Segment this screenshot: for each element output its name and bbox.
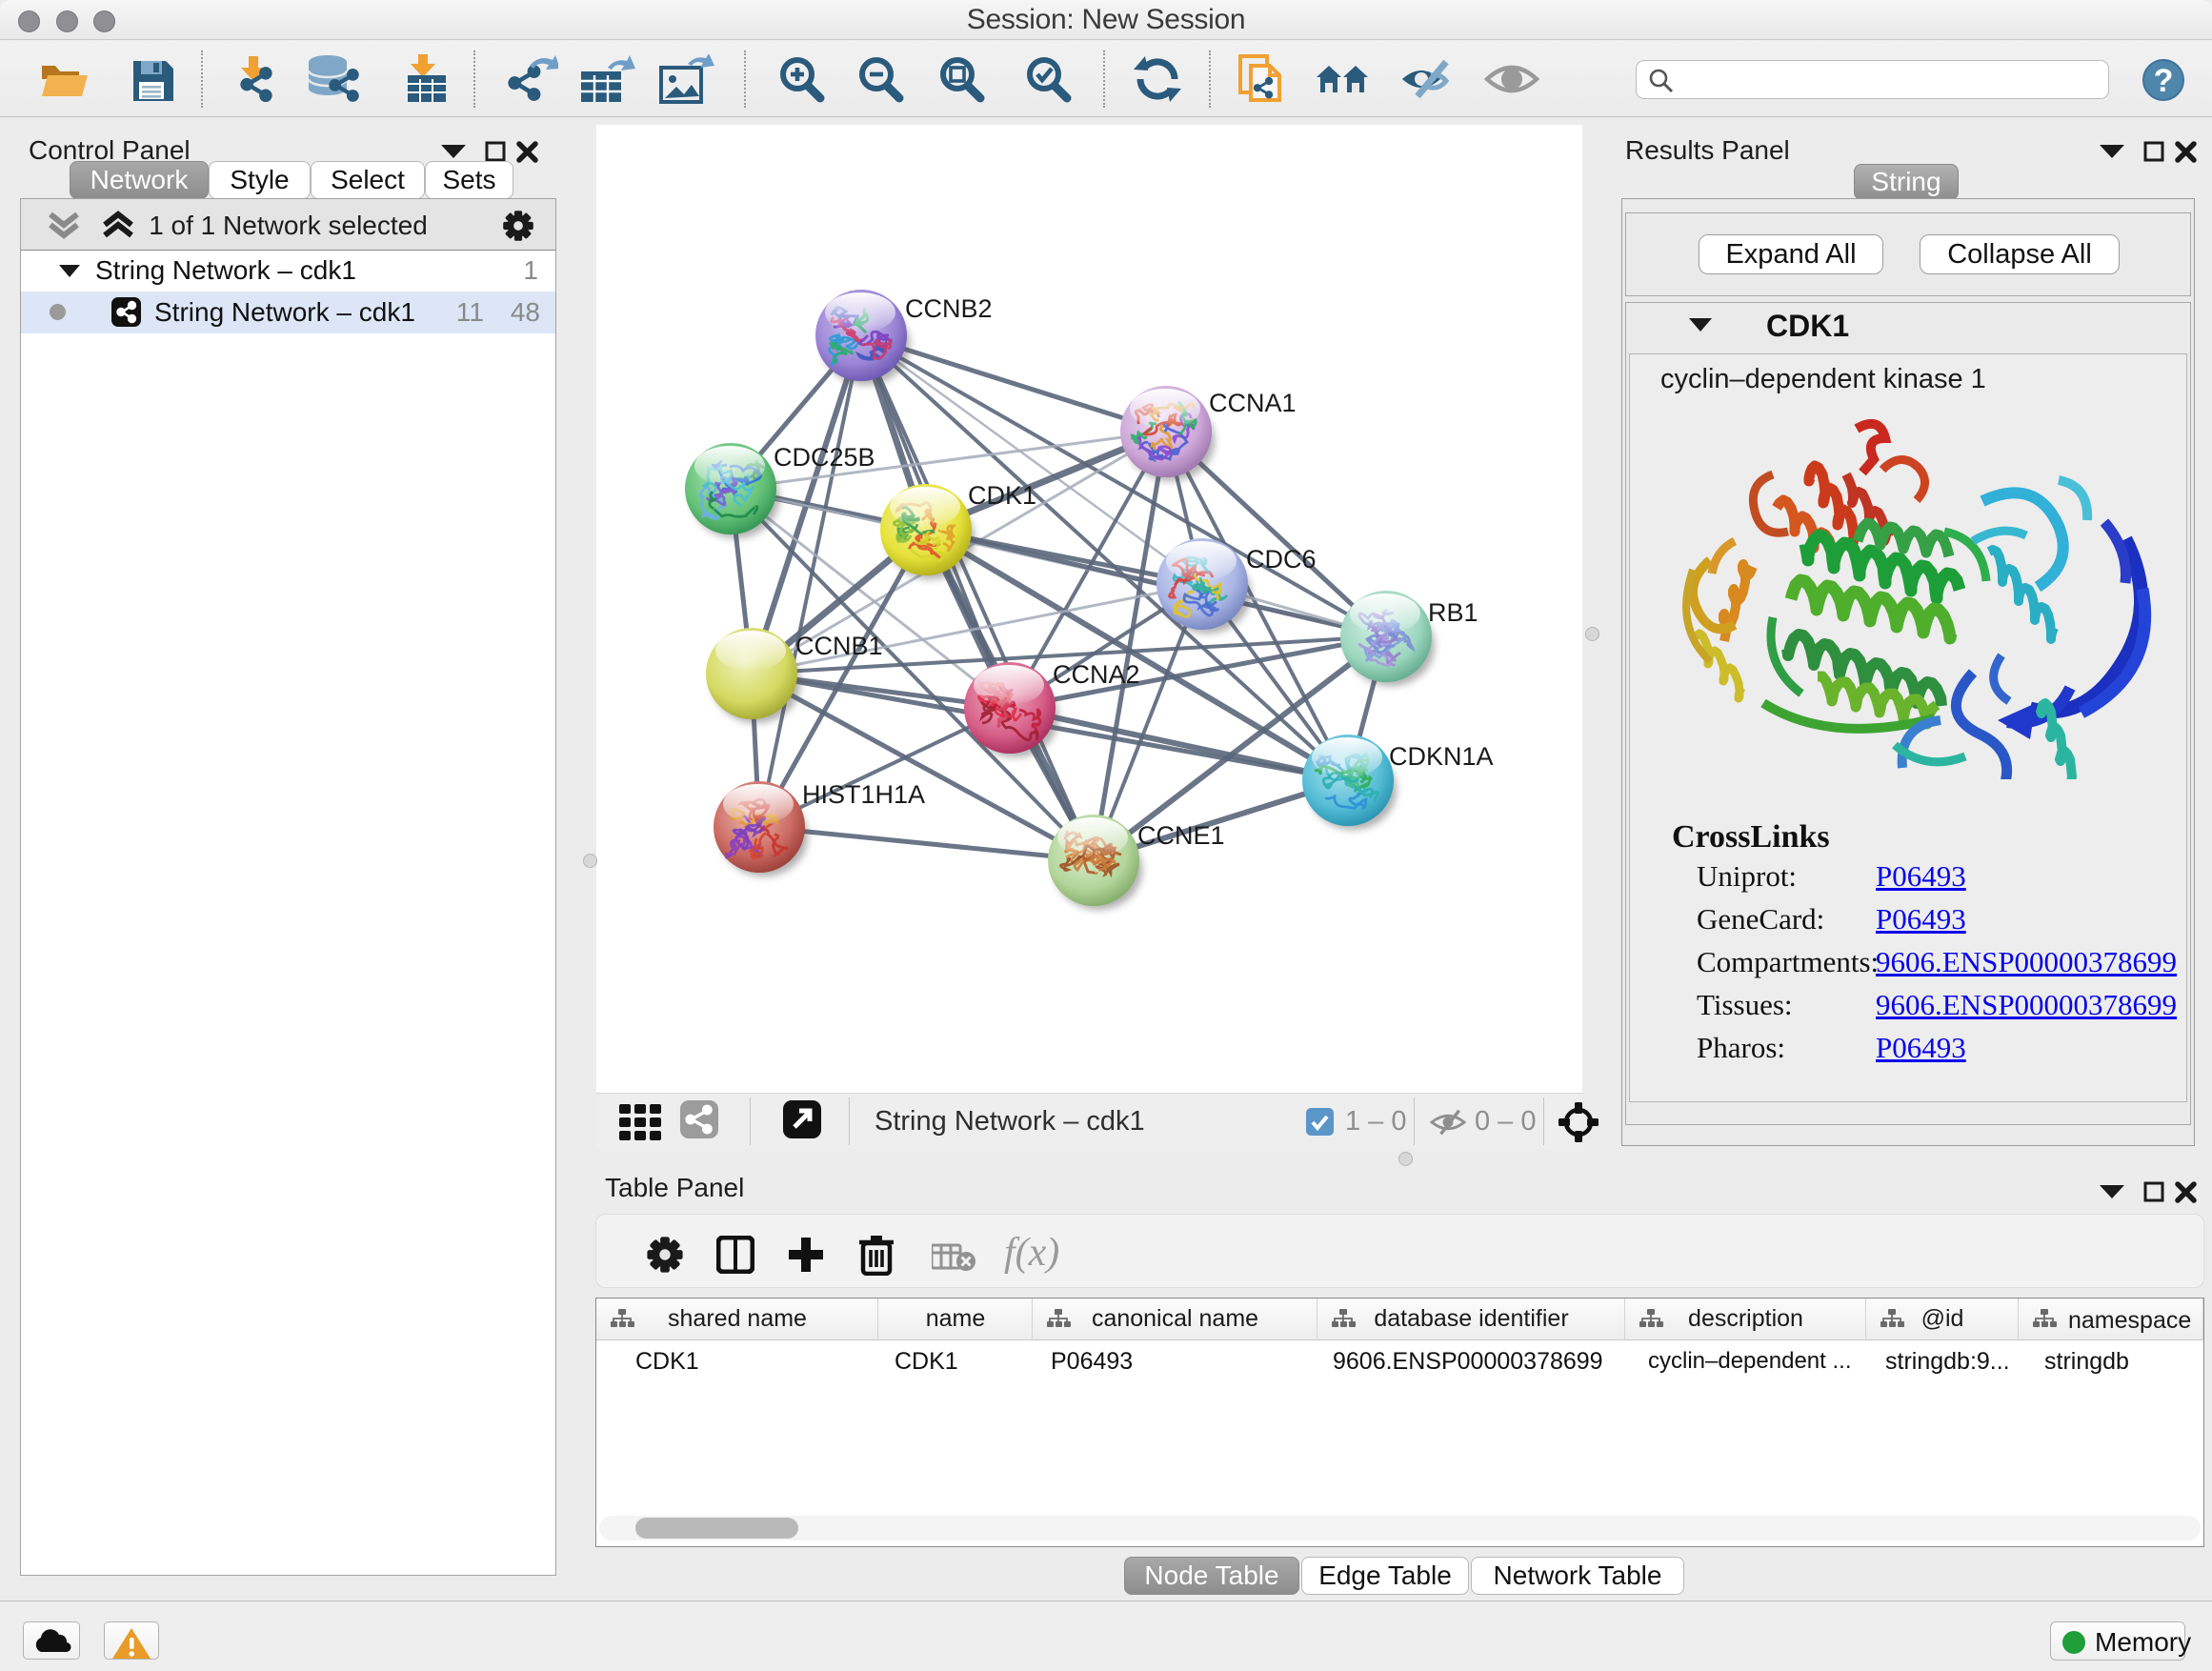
svg-text:CDC25B: CDC25B [774,443,875,472]
svg-text:CDK1: CDK1 [968,481,1036,510]
svg-text:CDKN1A: CDKN1A [1389,742,1494,771]
svg-text:CCNE1: CCNE1 [1137,821,1225,850]
svg-text:CCNB1: CCNB1 [795,632,883,660]
svg-text:CDC6: CDC6 [1246,545,1317,574]
svg-text:CCNB2: CCNB2 [905,294,993,323]
svg-text:CCNA1: CCNA1 [1209,389,1297,417]
svg-text:RB1: RB1 [1428,598,1478,627]
svg-text:CCNA2: CCNA2 [1053,660,1140,689]
svg-text:HIST1H1A: HIST1H1A [802,780,925,809]
